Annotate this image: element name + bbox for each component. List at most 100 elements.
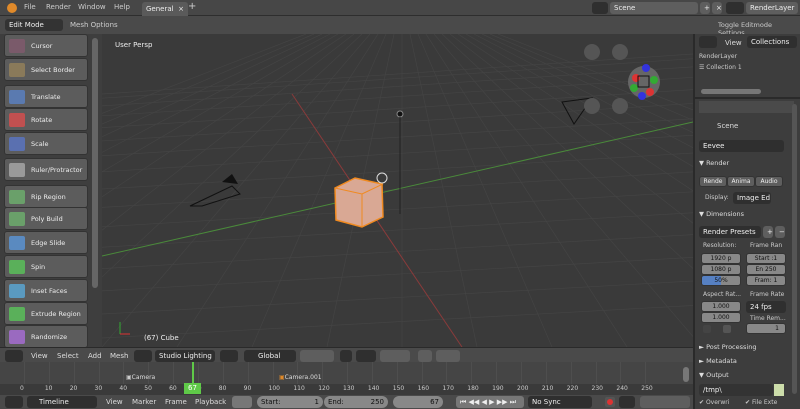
post-processing-panel-header[interactable]: ► Post Processing <box>699 343 789 351</box>
blender-logo-icon[interactable] <box>7 3 17 13</box>
remove-scene-button[interactable]: × <box>712 2 722 14</box>
tl-menu-playback[interactable]: Playback <box>195 398 226 406</box>
add-preset-button[interactable]: + <box>763 226 773 238</box>
vp-menu-add[interactable]: Add <box>88 352 102 360</box>
end-frame-field[interactable]: End: 250 <box>324 396 388 408</box>
outliner-display-button[interactable] <box>699 36 717 48</box>
tab-general[interactable]: General × <box>142 2 188 16</box>
add-tab-button[interactable]: + <box>188 1 196 12</box>
scene-field[interactable]: Scene <box>610 2 698 14</box>
overlay-button[interactable] <box>356 350 376 362</box>
menu-help[interactable]: Help <box>114 3 130 11</box>
menu-render[interactable]: Render <box>46 3 71 11</box>
tool-inset-faces[interactable]: Inset Faces <box>4 279 88 302</box>
copy-icon[interactable] <box>418 350 432 362</box>
tl-menu-marker[interactable]: Marker <box>132 398 156 406</box>
shading-mode-button[interactable] <box>134 350 152 362</box>
orientation-select[interactable]: Global <box>244 350 296 362</box>
vp-menu-mesh[interactable]: Mesh <box>110 352 128 360</box>
tool-cursor[interactable]: Cursor <box>4 34 88 57</box>
current-frame-field[interactable]: 67 <box>393 396 443 408</box>
frame-rate-select[interactable]: 24 fps <box>746 301 786 313</box>
shelf-scrollbar[interactable] <box>92 38 98 288</box>
tl-menu-frame[interactable]: Frame <box>165 398 187 406</box>
marker-camera-001[interactable]: ▣Camera.001 <box>279 374 322 381</box>
render-layer-icon[interactable] <box>726 2 744 14</box>
tool-scale[interactable]: Scale <box>4 132 88 155</box>
tool-randomize[interactable]: Randomize <box>4 325 88 348</box>
aspect-x-field[interactable]: 1.000 <box>701 301 741 312</box>
render-buttons[interactable] <box>436 350 460 362</box>
snap-buttons[interactable] <box>380 350 410 362</box>
crop-checkbox[interactable] <box>703 325 711 333</box>
tool-rotate[interactable]: Rotate <box>4 108 88 131</box>
output-path-field[interactable]: /tmp\ <box>699 384 773 396</box>
render-presets-select[interactable]: Render Presets <box>699 226 761 238</box>
outliner-renderlayer[interactable]: RenderLayer <box>699 53 737 60</box>
timeline-scrollbar[interactable] <box>683 367 689 382</box>
resolution-x-field[interactable]: 1920 p <box>701 253 741 264</box>
outliner-collection-1[interactable]: ☰ Collection 1 <box>699 64 742 71</box>
add-scene-button[interactable]: + <box>700 2 710 14</box>
playback-controls[interactable]: ⏮ ◀◀ ◀ ▶ ▶▶ ⏭ <box>456 396 524 408</box>
output-panel-header[interactable]: ▼ Output <box>699 371 789 379</box>
mode-select[interactable]: Edit Mode <box>5 19 63 31</box>
record-button[interactable] <box>605 397 615 407</box>
render-audio-button[interactable]: Audio <box>755 176 783 187</box>
vp-menu-view[interactable]: View <box>31 352 48 360</box>
timeline[interactable]: 0102030405060708090100110120130140150160… <box>0 362 693 395</box>
metadata-panel-header[interactable]: ► Metadata <box>699 357 789 365</box>
border-checkbox[interactable] <box>723 325 731 333</box>
render-layer-field[interactable]: RenderLayer <box>746 2 798 14</box>
select-mode-buttons[interactable] <box>300 350 334 362</box>
render-engine-select[interactable]: Eevee <box>699 140 784 152</box>
tool-ruler-protractor[interactable]: Ruler/Protractor <box>4 158 88 181</box>
tool-rip-region[interactable]: Rip Region <box>4 185 88 208</box>
scene-icon[interactable] <box>592 2 608 14</box>
menu-file[interactable]: File <box>24 3 36 11</box>
proportional-icon[interactable] <box>340 350 352 362</box>
time-remap-field[interactable]: 1 <box>746 323 786 334</box>
tool-extrude-region[interactable]: Extrude Region <box>4 302 88 325</box>
render-animation-button[interactable]: Anima <box>727 176 755 187</box>
properties-scrollbar[interactable] <box>792 104 797 394</box>
resolution-percent-slider[interactable]: 50% <box>701 275 741 286</box>
keying-set-field[interactable] <box>640 396 690 408</box>
tl-menu-view[interactable]: View <box>106 398 123 406</box>
keyframe-type-button[interactable] <box>619 396 635 408</box>
mesh-options-menu[interactable]: Mesh Options <box>70 21 118 29</box>
3d-viewport[interactable]: User Persp (67) Cube <box>102 34 693 347</box>
render-image-button[interactable]: Rende <box>699 176 727 187</box>
pivot-button[interactable] <box>220 350 238 362</box>
editor-type-button[interactable] <box>5 350 23 362</box>
start-frame-field[interactable]: Start: 1 <box>257 396 323 408</box>
close-icon[interactable]: × <box>178 5 184 13</box>
tool-select-border[interactable]: Select Border <box>4 58 88 81</box>
frame-step-field[interactable]: Fram: 1 <box>746 275 786 286</box>
outliner-mode-select[interactable]: Collections <box>747 36 797 48</box>
dimensions-panel-header[interactable]: ▼ Dimensions <box>699 210 789 218</box>
tool-poly-build[interactable]: Poly Build <box>4 207 88 230</box>
frame-start-field[interactable]: Start :1 <box>746 253 786 264</box>
frame-end-field[interactable]: En 250 <box>746 264 786 275</box>
current-frame-indicator[interactable]: 67 <box>184 383 201 394</box>
tool-spin[interactable]: Spin <box>4 255 88 278</box>
display-select[interactable]: Image Ed <box>733 192 771 204</box>
remove-preset-button[interactable]: − <box>775 226 785 238</box>
render-panel-header[interactable]: ▼ Render <box>699 159 789 167</box>
resolution-y-field[interactable]: 1080 p <box>701 264 741 275</box>
keying-buttons[interactable] <box>232 396 252 408</box>
sync-select[interactable]: No Sync <box>528 396 592 408</box>
marker-camera[interactable]: ▣Camera <box>126 374 155 381</box>
aspect-y-field[interactable]: 1.000 <box>701 312 741 323</box>
menu-window[interactable]: Window <box>78 3 106 11</box>
folder-icon[interactable] <box>774 384 784 396</box>
shading-select[interactable]: Studio Lighting <box>155 350 215 362</box>
overwrite-checkbox[interactable]: ✔ Overwri <box>699 399 729 406</box>
outliner-scrollbar[interactable] <box>701 89 761 94</box>
outliner-view-menu[interactable]: View <box>725 39 742 47</box>
tool-edge-slide[interactable]: Edge Slide <box>4 231 88 254</box>
tool-translate[interactable]: Translate <box>4 85 88 108</box>
vp-menu-select[interactable]: Select <box>57 352 79 360</box>
tl-editor-type[interactable] <box>5 396 23 408</box>
